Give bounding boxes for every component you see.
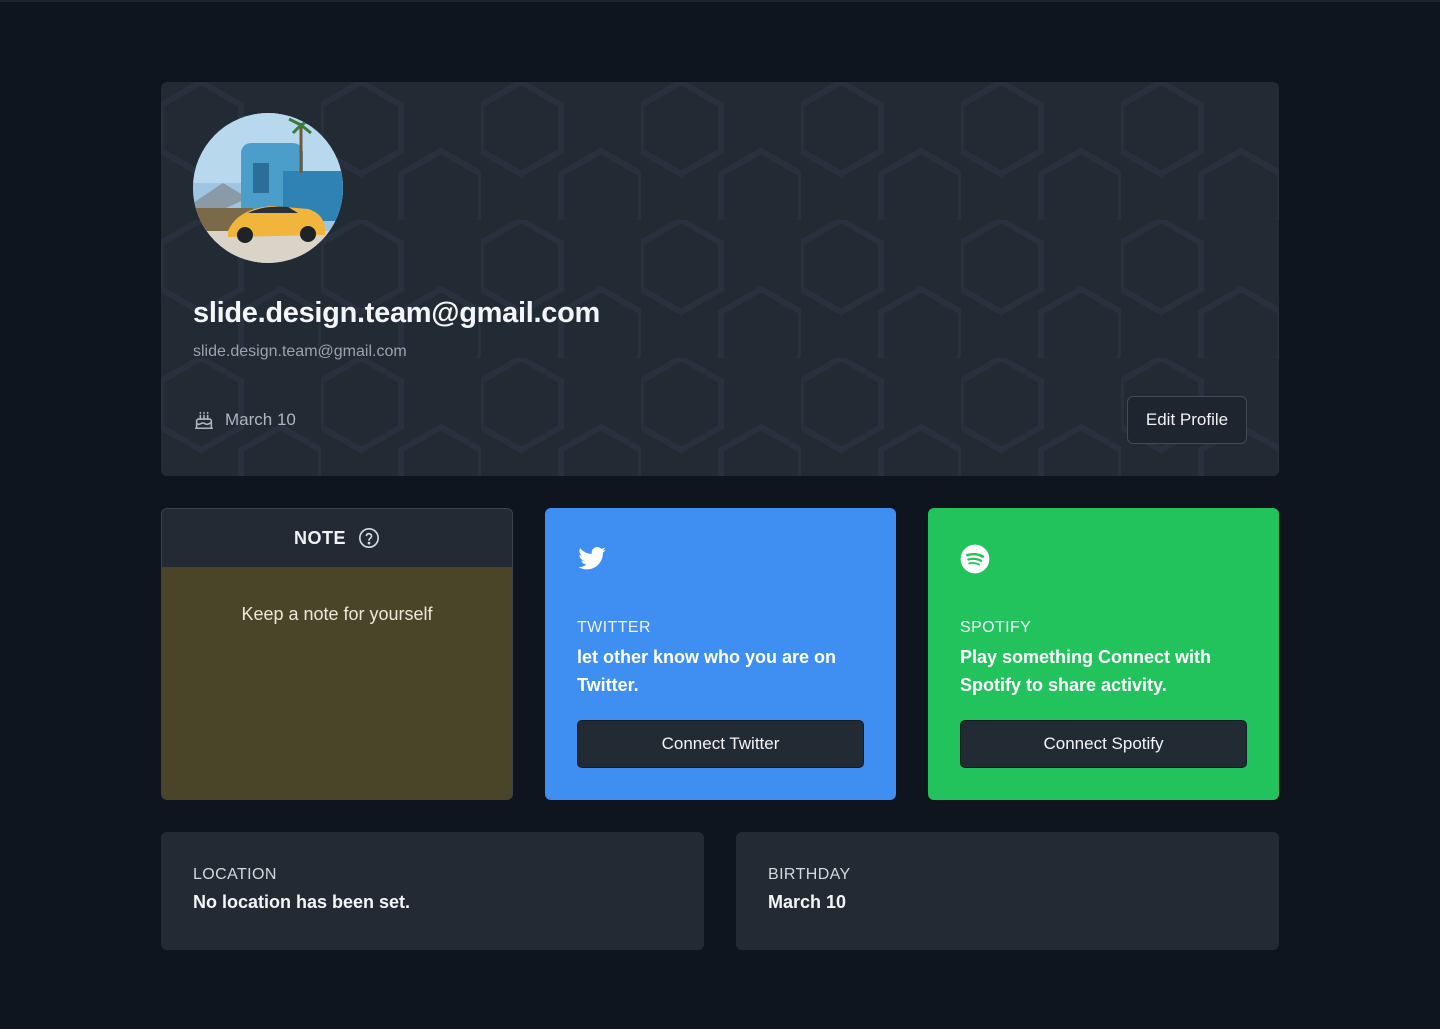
location-card: LOCATION No location has been set. xyxy=(161,832,704,950)
spotify-label: SPOTIFY xyxy=(960,619,1032,636)
connect-spotify-button[interactable]: Connect Spotify xyxy=(960,720,1247,768)
profile-birthday-text: March 10 xyxy=(225,410,296,429)
note-textarea[interactable] xyxy=(162,568,512,799)
hex-pattern-background xyxy=(161,82,1279,476)
profile-header-card: slide.design.team@gmail.com slide.design… xyxy=(161,82,1279,476)
location-value: No location has been set. xyxy=(193,892,411,912)
twitter-card: TWITTER let other know who you are on Tw… xyxy=(545,508,896,800)
note-header: NOTE xyxy=(162,509,512,568)
avatar-image xyxy=(193,113,343,263)
birthday-value: March 10 xyxy=(768,892,847,912)
location-label: LOCATION xyxy=(193,866,277,883)
note-title: NOTE xyxy=(293,527,346,548)
spotify-card: SPOTIFY Play something Connect with Spot… xyxy=(928,508,1279,800)
profile-display-name: slide.design.team@gmail.com xyxy=(193,297,600,329)
spotify-description: Play something Connect with Spotify to s… xyxy=(960,647,1212,695)
birthday-label: BIRTHDAY xyxy=(768,866,851,883)
birthday-card: BIRTHDAY March 10 xyxy=(736,832,1279,950)
twitter-label: TWITTER xyxy=(577,619,651,636)
profile-birthday-row: March 10 xyxy=(193,409,296,431)
help-circle-icon[interactable] xyxy=(358,527,380,549)
profile-page: slide.design.team@gmail.com slide.design… xyxy=(0,0,1440,1029)
cake-icon xyxy=(194,411,214,430)
note-card: NOTE Keep a note for yourself xyxy=(161,508,513,800)
edit-profile-button[interactable]: Edit Profile xyxy=(1127,396,1247,444)
twitter-description: let other know who you are on Twitter. xyxy=(577,647,837,695)
twitter-bird-icon xyxy=(578,547,606,570)
spotify-icon xyxy=(960,544,990,574)
avatar[interactable] xyxy=(193,113,343,263)
profile-email: slide.design.team@gmail.com xyxy=(193,343,407,360)
connect-twitter-button[interactable]: Connect Twitter xyxy=(577,720,864,768)
